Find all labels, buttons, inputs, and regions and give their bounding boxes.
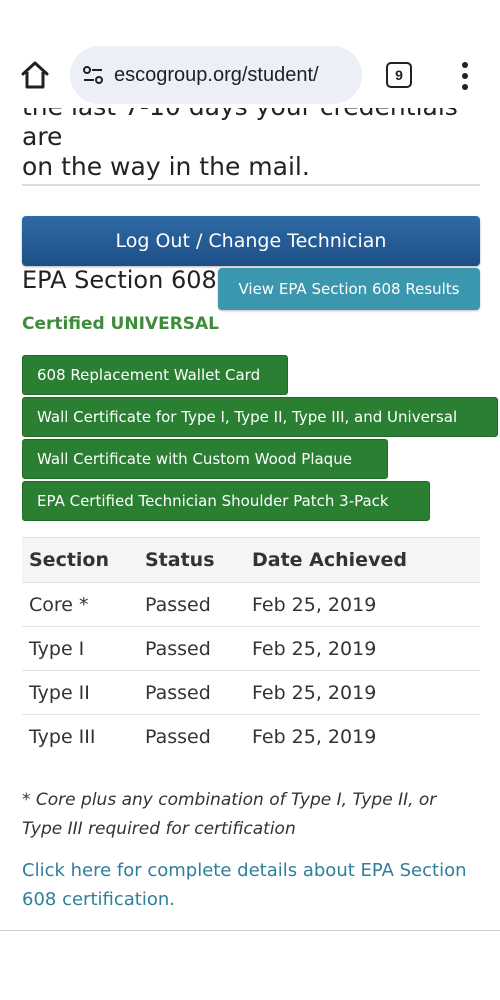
cell-date: Feb 25, 2019: [245, 582, 480, 627]
page-content: the last 7-10 days your credentials are …: [0, 0, 500, 1000]
tab-switcher-icon[interactable]: 9: [386, 62, 412, 88]
view-results-button[interactable]: View EPA Section 608 Results: [218, 268, 480, 310]
column-header-section: Section: [22, 537, 138, 583]
more-vert-icon[interactable]: [456, 60, 474, 92]
url-text[interactable]: escogroup.org/student/: [114, 64, 319, 87]
section-heading: EPA Section 608: [22, 266, 217, 294]
browser-toolbar: escogroup.org/student/ 9: [0, 0, 500, 108]
footnote: * Core plus any combination of Type I, T…: [22, 790, 437, 839]
cell-section: Type I: [22, 626, 138, 671]
divider: [22, 184, 480, 186]
shoulder-patch-button[interactable]: EPA Certified Technician Shoulder Patch …: [22, 481, 430, 521]
cell-status: Passed: [138, 626, 245, 671]
address-bar[interactable]: escogroup.org/student/: [70, 46, 362, 104]
cell-date: Feb 25, 2019: [245, 626, 480, 671]
cell-section: Type III: [22, 714, 138, 758]
table-row: Type I Passed Feb 25, 2019: [22, 626, 480, 671]
tune-icon[interactable]: [80, 62, 106, 88]
table-row: Core * Passed Feb 25, 2019: [22, 582, 480, 627]
cell-status: Passed: [138, 714, 245, 758]
footer-divider: [0, 930, 500, 931]
home-icon[interactable]: [18, 58, 52, 92]
table-header-row: Section Status Date Achieved: [22, 537, 480, 583]
cell-status: Passed: [138, 582, 245, 627]
column-header-date: Date Achieved: [245, 537, 480, 583]
intro-text: on the way in the mail.: [22, 152, 310, 181]
cell-status: Passed: [138, 670, 245, 715]
cell-section: Core *: [22, 582, 138, 627]
table-row: Type II Passed Feb 25, 2019: [22, 670, 480, 715]
cell-date: Feb 25, 2019: [245, 670, 480, 715]
wallet-card-button[interactable]: 608 Replacement Wallet Card: [22, 355, 288, 395]
certification-status: Certified UNIVERSAL: [22, 314, 220, 334]
cell-date: Feb 25, 2019: [245, 714, 480, 758]
wood-plaque-button[interactable]: Wall Certificate with Custom Wood Plaque: [22, 439, 388, 479]
wall-certificate-button[interactable]: Wall Certificate for Type I, Type II, Ty…: [22, 397, 498, 437]
results-table: Section Status Date Achieved Core * Pass…: [22, 537, 480, 758]
cell-section: Type II: [22, 670, 138, 715]
table-row: Type III Passed Feb 25, 2019: [22, 714, 480, 758]
screen: the last 7-10 days your credentials are …: [0, 0, 500, 1000]
logout-button[interactable]: Log Out / Change Technician: [22, 216, 480, 266]
column-header-status: Status: [138, 537, 245, 583]
details-link[interactable]: Click here for complete details about EP…: [22, 856, 488, 914]
